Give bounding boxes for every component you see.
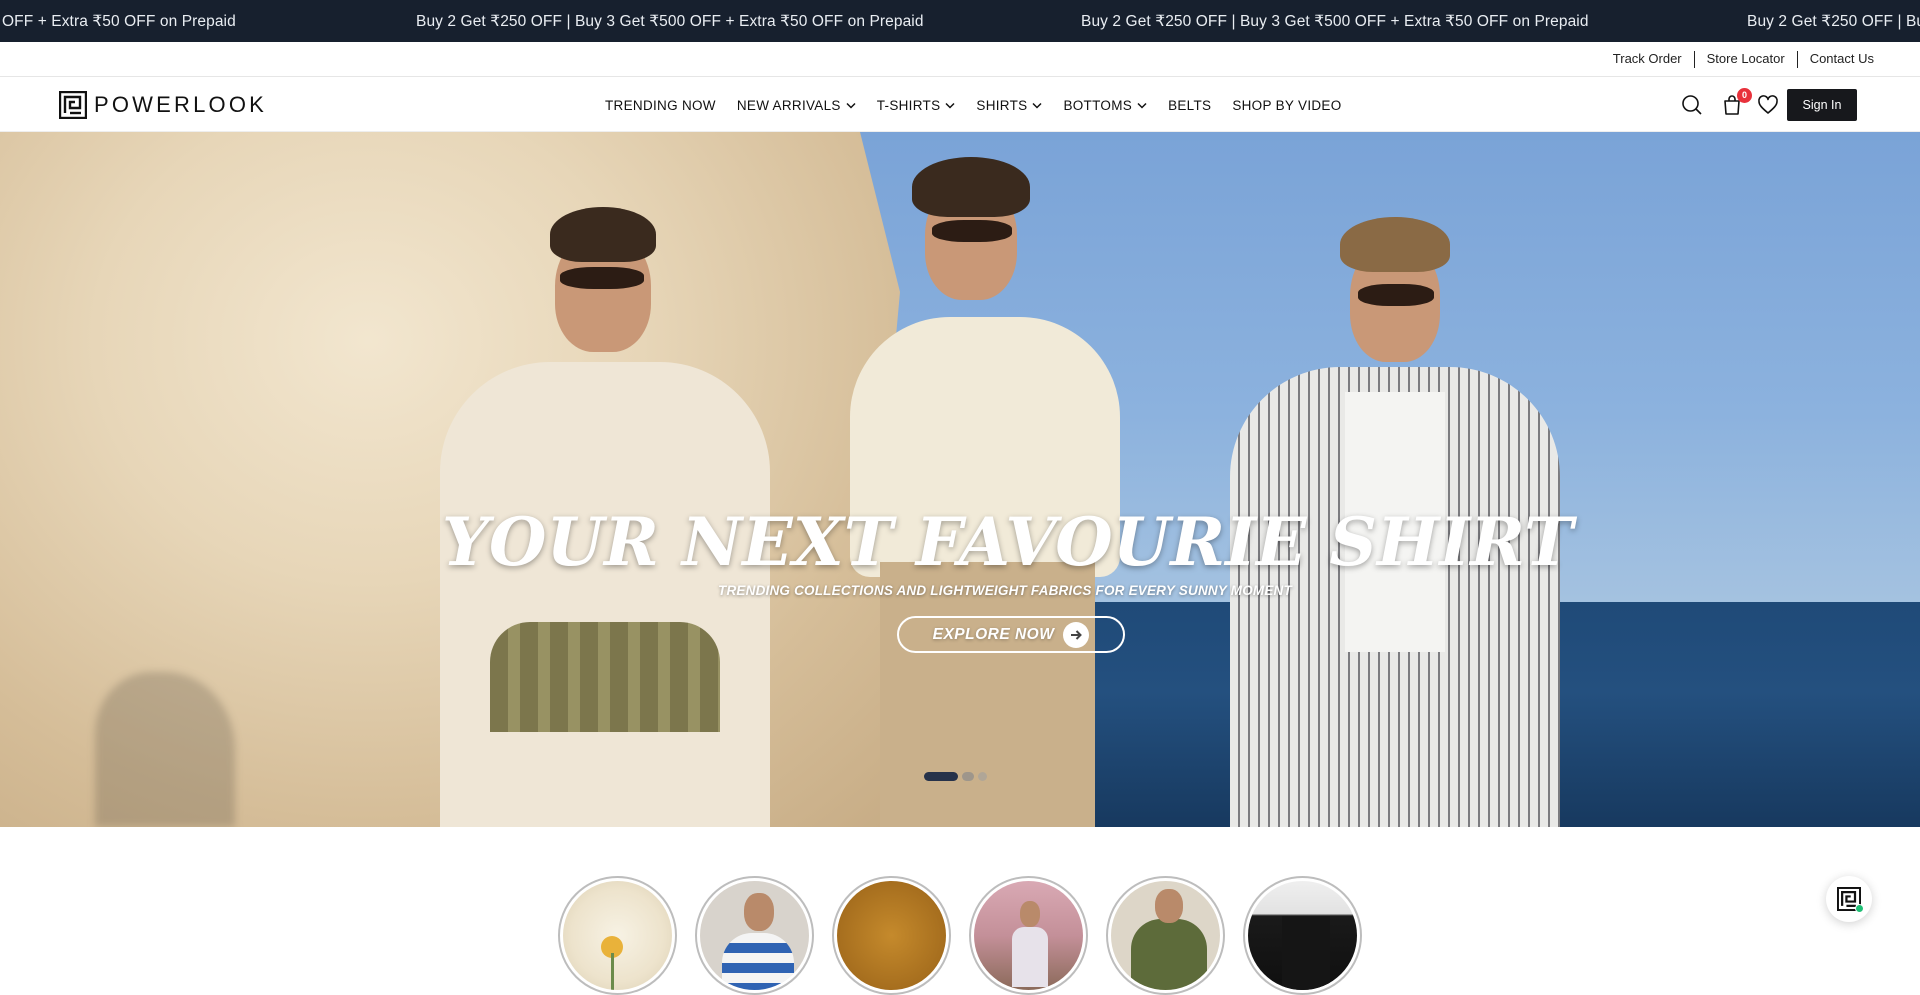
explore-now-label: EXPLORE NOW	[932, 625, 1055, 643]
search-icon	[1682, 95, 1702, 115]
main-nav: TRENDING NOW NEW ARRIVALS T-SHIRTS SHIRT…	[605, 78, 1363, 132]
carousel-indicators	[924, 772, 991, 781]
nav-item-t-shirts[interactable]: T-SHIRTS	[877, 98, 956, 113]
nav-item-new-arrivals[interactable]: NEW ARRIVALS	[737, 98, 856, 113]
main-header: POWERLOOK TRENDING NOW NEW ARRIVALS T-SH…	[0, 78, 1920, 132]
nav-label: NEW ARRIVALS	[736, 97, 841, 113]
announcement-message: Buy 2 Get ₹250 OFF | Buy 3 Get ₹500 OFF …	[416, 13, 924, 30]
explore-now-button[interactable]: EXPLORE NOW	[897, 616, 1125, 653]
hero-subheadline: TRENDING COLLECTIONS AND LIGHTWEIGHT FAB…	[718, 583, 1292, 598]
nav-item-shirts[interactable]: SHIRTS	[976, 98, 1042, 113]
announcement-message: Buy 2 Get ₹250 OFF | Buy 3 Get ₹500 OFF …	[1081, 13, 1589, 30]
nav-label: T-SHIRTS	[876, 97, 941, 113]
store-locator-link[interactable]: Store Locator	[1695, 50, 1797, 68]
heart-icon	[1758, 95, 1778, 114]
category-item[interactable]	[1106, 876, 1225, 995]
arrow-right-icon	[1063, 621, 1090, 648]
hero-headline: YOUR NEXT FAVOURIE SHIRT	[441, 503, 1574, 581]
logo-wordmark: POWERLOOK	[94, 92, 268, 117]
category-item[interactable]	[969, 876, 1088, 995]
nav-item-bottoms[interactable]: BOTTOMS	[1063, 98, 1147, 113]
nav-item-belts[interactable]: BELTS	[1168, 98, 1211, 113]
chevron-down-icon	[945, 102, 955, 109]
search-button[interactable]	[1680, 93, 1704, 117]
model-left	[420, 162, 780, 827]
category-item[interactable]	[558, 876, 677, 995]
utility-bar: Track Order Store Locator Contact Us	[0, 42, 1920, 77]
chevron-down-icon	[846, 102, 856, 109]
announcement-message: Buy 2 Get ₹250 OFF | Buy	[1747, 13, 1920, 30]
nav-label: SHIRTS	[976, 97, 1028, 113]
sign-in-button[interactable]: Sign In	[1787, 89, 1857, 121]
hero-banner[interactable]: YOUR NEXT FAVOURIE SHIRT TRENDING COLLEC…	[0, 132, 1920, 827]
nav-label: BOTTOMS	[1063, 97, 1133, 113]
nav-item-trending-now[interactable]: TRENDING NOW	[605, 98, 716, 113]
model-center	[820, 142, 1140, 827]
category-item[interactable]	[832, 876, 951, 995]
nav-item-shop-by-video[interactable]: SHOP BY VIDEO	[1232, 98, 1341, 113]
track-order-link[interactable]: Track Order	[1601, 50, 1694, 68]
logo[interactable]: POWERLOOK	[59, 91, 267, 119]
carousel-dot[interactable]	[978, 772, 987, 781]
category-carousel	[558, 876, 1380, 995]
hero-shadow	[95, 672, 235, 827]
chevron-down-icon	[1137, 102, 1147, 109]
nav-label: TRENDING NOW	[605, 97, 716, 113]
nav-label: SHOP BY VIDEO	[1232, 97, 1342, 113]
contact-us-link[interactable]: Contact Us	[1798, 50, 1886, 68]
chevron-down-icon	[1032, 102, 1042, 109]
online-status-dot	[1855, 904, 1864, 913]
announcement-message: OFF + Extra ₹50 OFF on Prepaid	[2, 13, 236, 30]
utility-links: Track Order Store Locator Contact Us	[1601, 50, 1886, 68]
carousel-dot[interactable]	[962, 772, 974, 781]
carousel-dot-active[interactable]	[924, 772, 958, 781]
powerlook-logo-icon	[59, 91, 87, 119]
wishlist-button[interactable]	[1756, 93, 1780, 117]
cart-button[interactable]: 0	[1720, 88, 1752, 117]
category-item[interactable]	[1243, 876, 1362, 995]
category-item[interactable]	[695, 876, 814, 995]
nav-label: BELTS	[1168, 97, 1212, 113]
chat-widget-button[interactable]	[1826, 876, 1872, 922]
announcement-bar: OFF + Extra ₹50 OFF on Prepaid Buy 2 Get…	[0, 0, 1920, 42]
cart-count-badge: 0	[1737, 88, 1752, 103]
